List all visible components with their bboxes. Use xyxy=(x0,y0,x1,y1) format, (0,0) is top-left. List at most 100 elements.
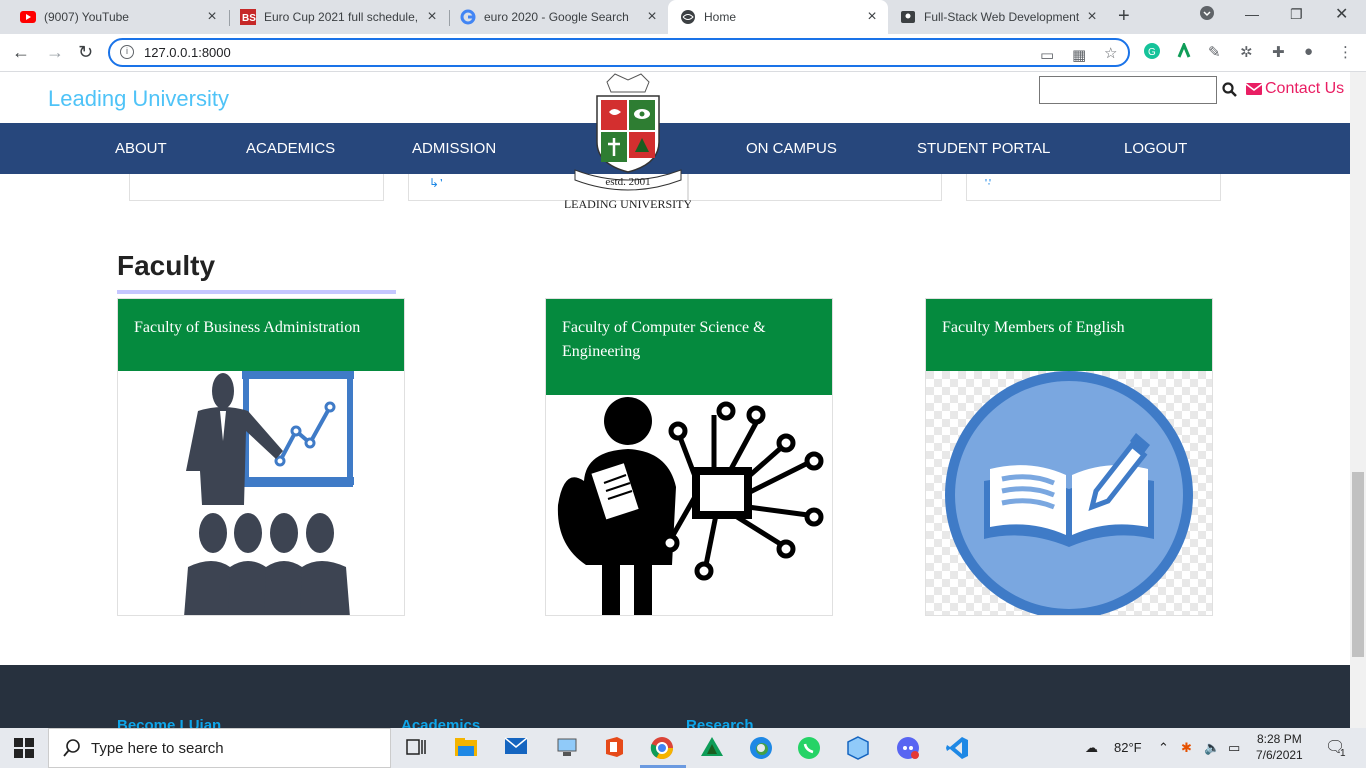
cast-icon[interactable]: ▭ xyxy=(1040,46,1054,64)
nav-academics[interactable]: ACADEMICS xyxy=(246,140,335,157)
faculty-card-english[interactable]: Faculty Members of English xyxy=(925,298,1213,616)
faculty-card-title[interactable]: Faculty of Business Administration xyxy=(118,299,404,371)
vscode-icon[interactable] xyxy=(945,736,969,760)
notification-count: 1 xyxy=(1340,748,1346,759)
tab-home[interactable]: Home × xyxy=(668,0,888,34)
mail-icon[interactable] xyxy=(504,736,528,760)
globe-icon xyxy=(680,9,696,25)
forward-icon[interactable]: → xyxy=(46,42,64,63)
tab-title: (9007) YouTube xyxy=(44,10,129,24)
tab-search-icon[interactable] xyxy=(1200,6,1214,23)
eyedropper-icon[interactable]: ✎ xyxy=(1208,43,1221,61)
tab-google-search[interactable]: euro 2020 - Google Search × xyxy=(448,0,668,34)
clock-time: 8:28 PM xyxy=(1257,732,1302,746)
site-footer: Become LUian Academics Research xyxy=(0,665,1350,728)
maximize-button[interactable]: ❐ xyxy=(1290,6,1303,23)
extension-icon[interactable] xyxy=(1176,41,1192,63)
extensions-puzzle-icon[interactable]: ✚ xyxy=(1272,43,1285,61)
site-search-input[interactable] xyxy=(1039,76,1217,104)
chrome-icon[interactable] xyxy=(650,736,674,760)
discord-icon[interactable] xyxy=(896,736,920,760)
browser-toolbar: ← → ↻ i 127.0.0.1:8000 ▭ ▦ ☆ G ✎ ✲ ✚ ● ⋮ xyxy=(0,34,1366,72)
address-bar[interactable]: i 127.0.0.1:8000 ▭ ▦ ☆ xyxy=(108,38,1130,67)
youtube-icon xyxy=(20,9,36,25)
nav-admission[interactable]: ADMISSION xyxy=(412,140,496,157)
contact-link[interactable]: Contact Us xyxy=(1246,80,1344,98)
google-icon xyxy=(460,9,476,25)
tab-title: Home xyxy=(704,10,737,24)
weather-temp[interactable]: 82°F xyxy=(1114,740,1142,755)
qr-icon[interactable]: ▦ xyxy=(1072,46,1086,64)
minimize-button[interactable]: — xyxy=(1245,6,1259,22)
faculty-card-cse[interactable]: Faculty of Computer Science & Engineerin… xyxy=(545,298,833,616)
nav-on-campus[interactable]: ON CAMPUS xyxy=(746,140,837,157)
file-explorer-icon[interactable] xyxy=(454,736,478,760)
close-tab-icon[interactable]: × xyxy=(864,8,880,26)
site-info-icon[interactable]: i xyxy=(120,45,134,59)
bug-icon[interactable]: ✲ xyxy=(1240,43,1253,61)
tab-title: euro 2020 - Google Search xyxy=(484,10,629,24)
top-card xyxy=(688,174,942,201)
tab-youtube[interactable]: (9007) YouTube × xyxy=(8,0,228,34)
nav-student-portal[interactable]: STUDENT PORTAL xyxy=(917,140,1050,157)
search-icon[interactable] xyxy=(1222,82,1237,102)
footer-heading[interactable]: Become LUian xyxy=(117,717,221,728)
taskbar-clock[interactable]: 8:28 PM 7/6/2021 xyxy=(1256,731,1303,763)
faculty-heading: Faculty xyxy=(117,250,216,281)
footer-heading[interactable]: Academics xyxy=(401,717,480,728)
connect-icon[interactable] xyxy=(555,736,579,760)
faculty-card-title[interactable]: Faculty of Computer Science & Engineerin… xyxy=(546,299,832,395)
tab-fullstack[interactable]: Full-Stack Web Development × xyxy=(888,0,1108,34)
bookmark-star-icon[interactable]: ☆ xyxy=(1104,44,1117,62)
chevron-up-icon[interactable]: ⌃ xyxy=(1158,740,1169,756)
footer-heading[interactable]: Research xyxy=(686,717,754,728)
back-icon[interactable]: ← xyxy=(12,42,30,63)
whatsapp-icon[interactable] xyxy=(797,736,821,760)
close-window-button[interactable]: ✕ xyxy=(1335,4,1348,24)
open-book-icon xyxy=(926,371,1212,615)
site-brand[interactable]: Leading University xyxy=(48,86,229,112)
search-icon xyxy=(63,739,80,757)
network-icon[interactable]: ▭ xyxy=(1228,740,1240,756)
tab-title: Full-Stack Web Development xyxy=(924,10,1080,24)
profile-icon[interactable]: ● xyxy=(1304,43,1313,60)
top-card: ᡃᡃ·ᡃᡃ xyxy=(966,174,1221,201)
volume-icon[interactable]: 🔈 xyxy=(1204,740,1220,756)
browser-tab-bar: (9007) YouTube × BS Euro Cup 2021 full s… xyxy=(0,0,1366,34)
close-tab-icon[interactable]: × xyxy=(424,8,440,26)
tab-euro-schedule[interactable]: BS Euro Cup 2021 full schedule, × xyxy=(228,0,448,34)
nav-logout[interactable]: LOGOUT xyxy=(1124,140,1187,157)
contact-label: Contact Us xyxy=(1265,80,1345,97)
nav-about[interactable]: ABOUT xyxy=(115,140,167,157)
task-view-icon[interactable] xyxy=(405,736,429,760)
svg-text:BS: BS xyxy=(242,13,256,24)
windows-taskbar: Type here to search ☁ 82°F ⌃ ✱ 🔈 ▭ 8:28 … xyxy=(0,728,1366,768)
grammarly-icon[interactable]: G xyxy=(1144,43,1160,63)
menu-icon[interactable]: ⋮ xyxy=(1338,43,1353,61)
page-scrollbar[interactable] xyxy=(1350,72,1366,728)
taskbar-search-placeholder: Type here to search xyxy=(91,739,224,757)
business-presentation-icon xyxy=(184,371,354,615)
university-logo[interactable]: estd. 2001 LEADING UNIVERSITY xyxy=(564,72,692,212)
reload-icon[interactable]: ↻ xyxy=(78,42,93,63)
svg-text:G: G xyxy=(1148,47,1156,58)
close-tab-icon[interactable]: × xyxy=(644,8,660,26)
edge-icon[interactable] xyxy=(749,736,773,760)
weather-icon[interactable]: ☁ xyxy=(1085,740,1098,756)
url-text[interactable]: 127.0.0.1:8000 xyxy=(144,45,231,60)
office-icon[interactable] xyxy=(603,736,627,760)
faculty-card-title[interactable]: Faculty Members of English xyxy=(926,299,1212,371)
close-tab-icon[interactable]: × xyxy=(204,8,220,26)
envelope-icon xyxy=(1246,83,1262,95)
tray-app-icon[interactable]: ✱ xyxy=(1181,740,1192,756)
close-tab-icon[interactable]: × xyxy=(1084,8,1100,26)
virtualbox-icon[interactable] xyxy=(846,736,870,760)
scrollbar-thumb[interactable] xyxy=(1352,472,1364,657)
windows-start-icon[interactable] xyxy=(14,736,38,760)
drive-icon[interactable] xyxy=(700,736,724,760)
computer-science-icon xyxy=(557,397,824,615)
faculty-card-business[interactable]: Faculty of Business Administration xyxy=(117,298,405,616)
new-tab-button[interactable]: + xyxy=(1118,5,1130,28)
taskbar-search[interactable]: Type here to search xyxy=(48,728,391,768)
logo-estd-text: estd. 2001 xyxy=(605,176,650,188)
